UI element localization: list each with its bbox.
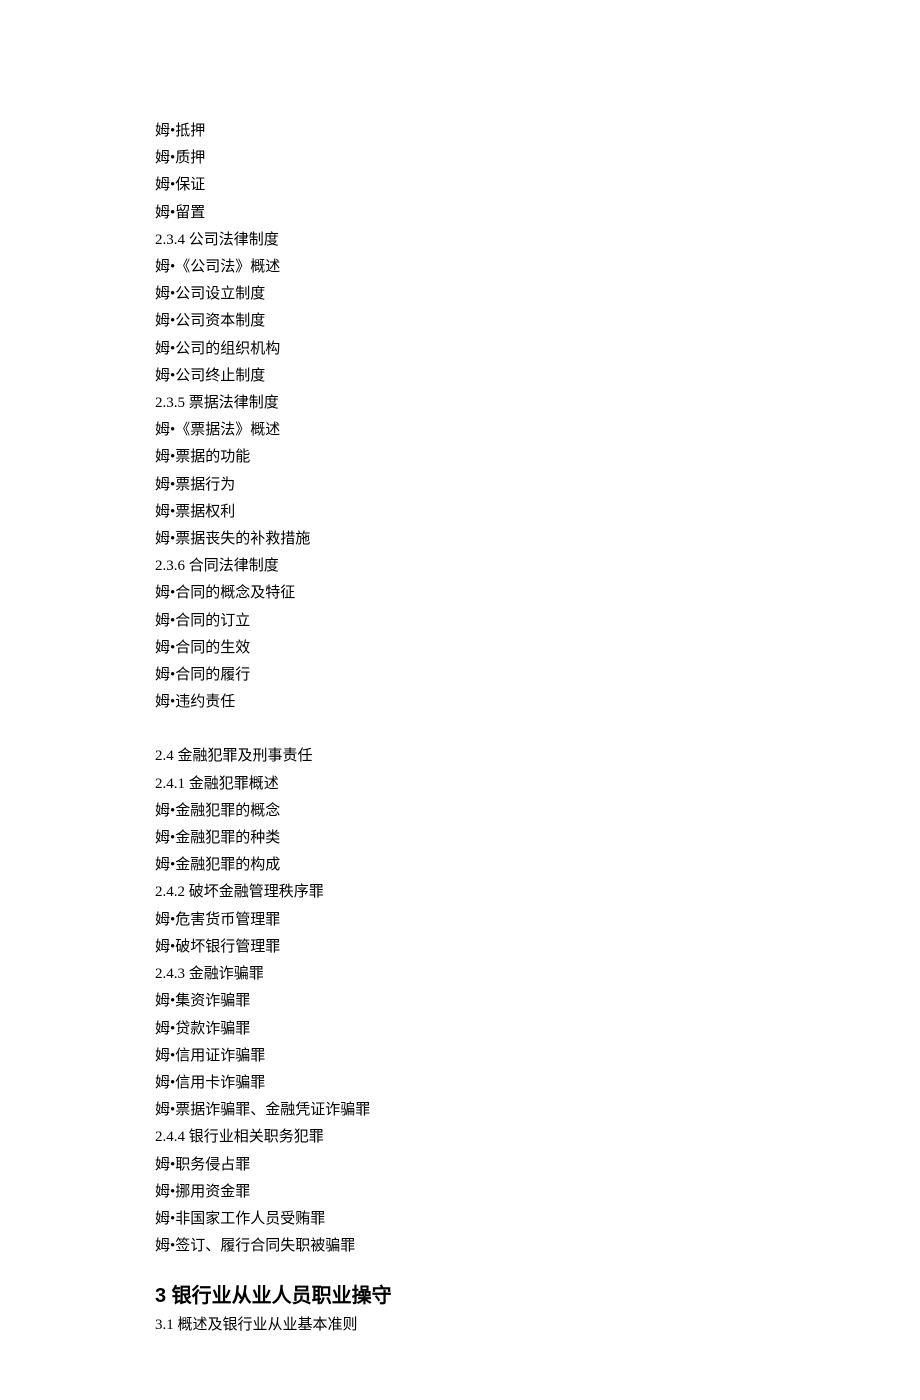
outline-line: 2.4.1 金融犯罪概述 <box>155 771 765 798</box>
outline-line: 姆•公司的组织机构 <box>155 336 765 363</box>
outline-line: 姆•金融犯罪的概念 <box>155 798 765 825</box>
outline-line: 姆•票据丧失的补救措施 <box>155 526 765 553</box>
outline-line: 2.3.5 票据法律制度 <box>155 390 765 417</box>
outline-line: 姆•合同的履行 <box>155 662 765 689</box>
outline-line: 姆•危害货币管理罪 <box>155 907 765 934</box>
outline-line: 姆•金融犯罪的构成 <box>155 852 765 879</box>
outline-line: 2.3.4 公司法律制度 <box>155 227 765 254</box>
outline-line: 姆•票据权利 <box>155 499 765 526</box>
outline-line: 姆•合同的订立 <box>155 608 765 635</box>
outline-line: 姆•公司资本制度 <box>155 308 765 335</box>
document-page: 姆•抵押姆•质押姆•保证姆•留置2.3.4 公司法律制度姆•《公司法》概述姆•公… <box>0 0 920 1400</box>
outline-line: 2.4.4 银行业相关职务犯罪 <box>155 1124 765 1151</box>
outline-line: 姆•《公司法》概述 <box>155 254 765 281</box>
outline-line: 姆•挪用资金罪 <box>155 1179 765 1206</box>
outline-line: 姆•票据的功能 <box>155 444 765 471</box>
outline-list: 姆•抵押姆•质押姆•保证姆•留置2.3.4 公司法律制度姆•《公司法》概述姆•公… <box>155 118 765 1260</box>
blank-line <box>155 716 765 743</box>
section-heading-3: 3 银行业从业人员职业操守 <box>155 1280 765 1312</box>
outline-line: 2.3.6 合同法律制度 <box>155 553 765 580</box>
outline-line: 3.1 概述及银行业从业基本准则 <box>155 1312 765 1339</box>
outline-line: 姆•抵押 <box>155 118 765 145</box>
outline-line: 姆•金融犯罪的种类 <box>155 825 765 852</box>
outline-line: 姆•信用卡诈骗罪 <box>155 1070 765 1097</box>
outline-line: 2.4 金融犯罪及刑事责任 <box>155 743 765 770</box>
outline-line: 姆•保证 <box>155 172 765 199</box>
outline-line: 姆•集资诈骗罪 <box>155 988 765 1015</box>
outline-line: 姆•签订、履行合同失职被骗罪 <box>155 1233 765 1260</box>
outline-line: 2.4.3 金融诈骗罪 <box>155 961 765 988</box>
outline-line: 姆•职务侵占罪 <box>155 1152 765 1179</box>
outline-line: 姆•破坏银行管理罪 <box>155 934 765 961</box>
outline-line: 姆•票据诈骗罪、金融凭证诈骗罪 <box>155 1097 765 1124</box>
outline-line: 姆•《票据法》概述 <box>155 417 765 444</box>
outline-line: 2.4.2 破坏金融管理秩序罪 <box>155 879 765 906</box>
outline-line: 姆•贷款诈骗罪 <box>155 1016 765 1043</box>
outline-line: 姆•违约责任 <box>155 689 765 716</box>
outline-line: 姆•非国家工作人员受贿罪 <box>155 1206 765 1233</box>
outline-line: 姆•留置 <box>155 200 765 227</box>
outline-line: 姆•信用证诈骗罪 <box>155 1043 765 1070</box>
outline-line: 姆•公司终止制度 <box>155 363 765 390</box>
outline-line: 姆•票据行为 <box>155 472 765 499</box>
outline-line: 姆•质押 <box>155 145 765 172</box>
outline-line: 姆•公司设立制度 <box>155 281 765 308</box>
outline-line: 姆•合同的生效 <box>155 635 765 662</box>
outline-line: 姆•合同的概念及特征 <box>155 580 765 607</box>
